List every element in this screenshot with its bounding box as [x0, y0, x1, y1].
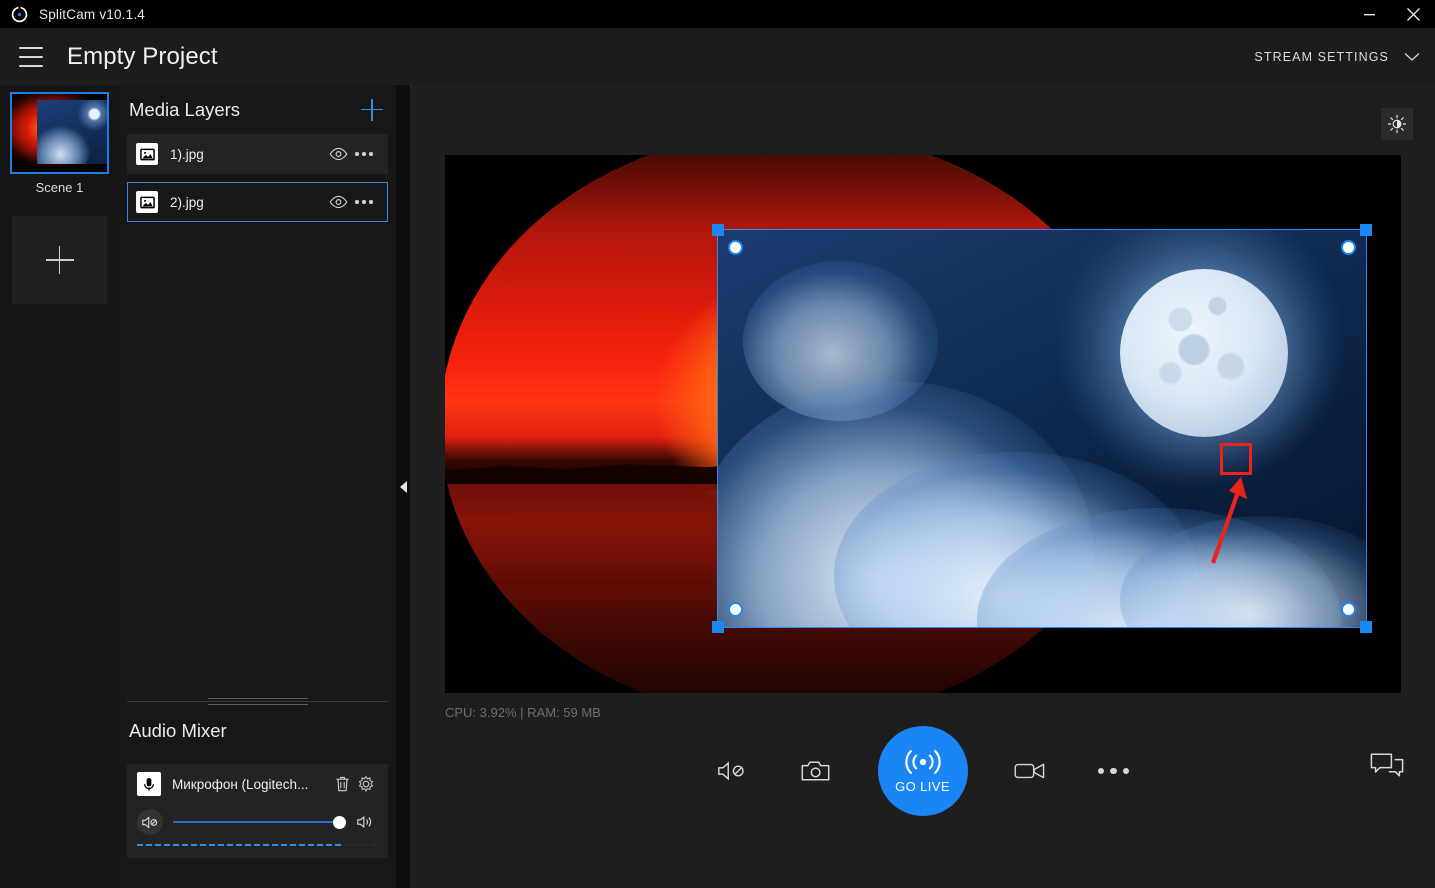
layer-row[interactable]: 2).jpg — [127, 182, 388, 222]
bottom-toolbar: GO LIVE — [410, 708, 1435, 888]
go-live-button[interactable]: GO LIVE — [877, 726, 968, 816]
eye-icon[interactable] — [327, 143, 349, 165]
snapshot-button[interactable] — [794, 749, 838, 793]
broadcast-icon — [904, 750, 941, 774]
stream-settings-button[interactable]: STREAM SETTINGS — [1254, 50, 1389, 64]
panel-collapse-button[interactable] — [396, 85, 410, 888]
splitcam-logo-icon — [9, 4, 29, 24]
microphone-icon — [137, 772, 161, 796]
title-bar: SplitCam v10.1.4 — [0, 0, 1435, 28]
audio-channel-row: Микрофон (Logitech... — [137, 772, 378, 796]
add-scene-button[interactable] — [12, 216, 107, 304]
eye-icon[interactable] — [327, 191, 349, 213]
app-title: SplitCam v10.1.4 — [39, 6, 145, 22]
speaker-on-icon[interactable] — [354, 810, 378, 834]
trash-icon[interactable] — [330, 772, 354, 796]
chevron-down-icon[interactable] — [1389, 52, 1435, 62]
volume-slider-row — [137, 809, 378, 835]
chat-button[interactable] — [1365, 744, 1409, 788]
left-panel: Media Layers 1).jpg 2).jpg Audio Mixer М… — [119, 85, 396, 888]
panel-resize-handle[interactable] — [127, 696, 388, 708]
scenes-rail: Scene 1 — [0, 85, 119, 888]
gear-icon[interactable] — [354, 772, 378, 796]
divider-line — [127, 701, 388, 702]
scene-thumbnail[interactable] — [10, 92, 109, 174]
more-options-button[interactable] — [1092, 749, 1136, 793]
audio-level-meter — [137, 844, 378, 846]
audio-mixer-title: Audio Mixer — [129, 720, 227, 741]
app-header: Empty Project STREAM SETTINGS — [0, 28, 1435, 85]
layer-name: 2).jpg — [170, 194, 204, 210]
volume-slider[interactable] — [173, 813, 346, 831]
audio-channel-card: Микрофон (Logitech... — [127, 764, 388, 858]
record-button[interactable] — [1008, 749, 1052, 793]
grip-line — [207, 698, 308, 699]
minimize-icon[interactable] — [1347, 0, 1391, 28]
grip-line — [207, 704, 308, 705]
image-icon — [136, 191, 158, 213]
audio-mixer-panel: Audio Mixer Микрофон (Logitech... — [119, 708, 396, 858]
scene-card: Scene 1 — [10, 92, 109, 195]
layer-name: 1).jpg — [170, 146, 204, 162]
brightness-icon[interactable] — [1381, 108, 1413, 140]
slider-knob[interactable] — [333, 815, 346, 829]
plus-icon — [45, 246, 74, 274]
media-layer-2-moon — [717, 229, 1367, 628]
audio-channel-name: Микрофон (Logitech... — [172, 776, 309, 792]
bottom-toolbar-controls: GO LIVE — [710, 726, 1136, 816]
main-stage: CPU: 3.92% | RAM: 59 MB GO LIVE — [410, 85, 1435, 888]
scene-label: Scene 1 — [35, 180, 84, 195]
hamburger-menu-icon[interactable] — [19, 46, 43, 67]
go-live-label: GO LIVE — [895, 779, 950, 794]
scene-thumb-moon-layer — [36, 100, 107, 165]
video-preview[interactable] — [445, 155, 1401, 693]
slider-rail — [173, 820, 346, 824]
moon-disc — [1120, 268, 1288, 437]
close-icon[interactable] — [1391, 0, 1435, 28]
media-layers-list: 1).jpg 2).jpg — [119, 134, 396, 222]
image-icon — [136, 143, 158, 165]
audio-mixer-header: Audio Mixer — [119, 708, 396, 754]
more-dots-icon[interactable] — [351, 191, 377, 213]
speaker-muted-icon[interactable] — [137, 809, 163, 835]
chat-bubbles-icon — [1370, 753, 1404, 777]
media-layers-header: Media Layers — [119, 85, 396, 134]
splitcam-window: SplitCam v10.1.4 Empty Project STREAM SE… — [0, 0, 1435, 888]
add-layer-button[interactable] — [358, 96, 386, 124]
scene-thumb-cloud — [36, 125, 91, 165]
layer-row[interactable]: 1).jpg — [127, 134, 388, 174]
media-layers-title: Media Layers — [129, 98, 241, 120]
chevron-left-icon — [399, 480, 407, 493]
mute-audio-button[interactable] — [710, 749, 754, 793]
page-title: Empty Project — [67, 42, 218, 70]
more-dots-icon[interactable] — [351, 143, 377, 165]
